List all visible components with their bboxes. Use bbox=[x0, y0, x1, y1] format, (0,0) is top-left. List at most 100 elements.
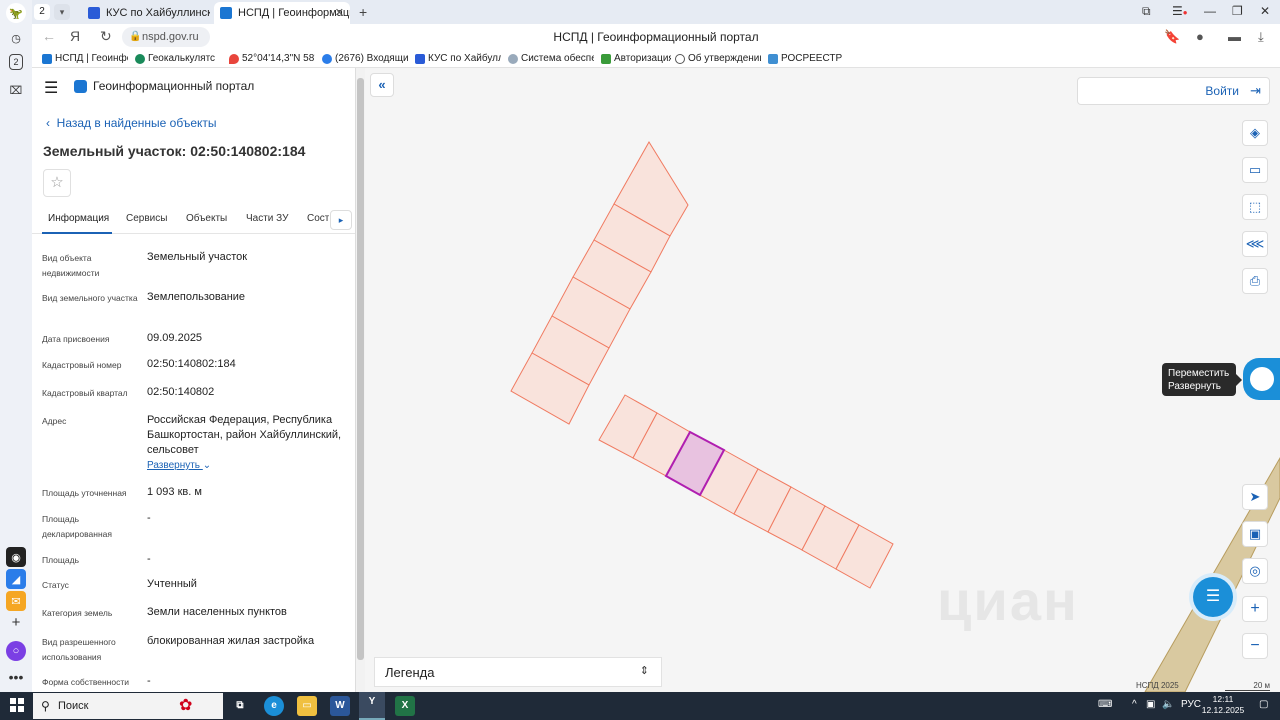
select-area-icon[interactable]: ⬚ bbox=[1242, 194, 1268, 220]
yandex-logo-icon[interactable]: 🦖 bbox=[6, 3, 26, 23]
tab-list-chevron-icon[interactable]: ▾ bbox=[54, 4, 70, 20]
mail-icon bbox=[322, 54, 332, 64]
notifications-icon[interactable]: ☰● bbox=[1172, 4, 1188, 18]
edge-icon[interactable]: e bbox=[264, 696, 284, 716]
bookmark-icon[interactable]: 🔖 bbox=[1164, 29, 1180, 45]
windows-start-icon[interactable] bbox=[10, 698, 24, 712]
bookmark-kus[interactable]: КУС по Хайбулли bbox=[415, 52, 501, 66]
tab-composition[interactable]: Состав bbox=[307, 213, 329, 224]
map-view[interactable]: циан « Войти ⇥ ◈ ▭ ⬚ ⋘ ⎙ Переместить Раз… bbox=[365, 68, 1280, 692]
parcel-strip-lower bbox=[598, 394, 894, 589]
chat-icon[interactable]: ☰ bbox=[1193, 577, 1233, 617]
tab-information[interactable]: Информация bbox=[48, 213, 109, 224]
close-window-icon[interactable]: ✕ bbox=[1260, 4, 1270, 18]
app-icon-1[interactable]: ◉ bbox=[6, 547, 26, 567]
close-tab-icon[interactable]: ✕ bbox=[335, 2, 344, 24]
value-area-refined: 1 093 кв. м bbox=[147, 486, 202, 498]
collections-icon[interactable]: ⧉ bbox=[1142, 4, 1151, 19]
alice-icon[interactable]: ○ bbox=[6, 641, 26, 661]
bookmark-coords[interactable]: 52°04'14,3"N 58°2 bbox=[229, 52, 315, 66]
zoom-in-icon[interactable]: + bbox=[1242, 596, 1268, 622]
bookmark-geocalc[interactable]: Геокалькулятс bbox=[135, 52, 221, 66]
document-icon bbox=[675, 54, 685, 64]
hamburger-menu-icon[interactable]: ☰ bbox=[44, 78, 58, 98]
expand-side-panel-tab[interactable] bbox=[1243, 358, 1280, 400]
new-tab-icon[interactable]: + bbox=[359, 4, 367, 20]
app-icon-2[interactable]: ◢ bbox=[6, 569, 26, 589]
keyboard-icon[interactable]: ⌨ bbox=[1098, 699, 1112, 710]
share-icon[interactable]: ⋘ bbox=[1242, 231, 1268, 257]
history-icon[interactable]: ◷ bbox=[6, 28, 26, 48]
screenshot-icon[interactable]: ⌧ bbox=[6, 80, 26, 100]
back-icon[interactable]: ← bbox=[42, 28, 56, 44]
download-arrow-icon[interactable]: ⤓ bbox=[1258, 29, 1264, 45]
print-icon[interactable]: ⎙ bbox=[1242, 268, 1268, 294]
legend-bar[interactable]: Легенда ⇕ bbox=[374, 657, 662, 687]
tab-count-badge[interactable]: 2 bbox=[34, 4, 50, 20]
language-indicator[interactable]: РУС bbox=[1181, 699, 1201, 710]
volume-icon[interactable]: 🔈 bbox=[1162, 699, 1174, 710]
explorer-icon[interactable]: ▭ bbox=[297, 696, 317, 716]
panel-scrollbar[interactable] bbox=[356, 68, 365, 692]
back-to-results-link[interactable]: ‹ Назад в найденные объекты bbox=[46, 116, 217, 130]
page-title-center: НСПД | Геоинформационный портал bbox=[553, 30, 759, 44]
zoom-out-icon[interactable]: − bbox=[1242, 633, 1268, 659]
tab-nspd[interactable]: НСПД | Геоинформацио ✕ bbox=[214, 2, 350, 24]
bookmark-label: 52°04'14,3"N 58°2 bbox=[242, 53, 315, 64]
move-expand-tooltip: Переместить Развернуть bbox=[1162, 363, 1242, 396]
layers-icon[interactable]: ◈ bbox=[1242, 120, 1268, 146]
parcel-map-svg[interactable] bbox=[365, 68, 1280, 692]
address-bar: ← Я ↻ 🔒 nspd.gov.ru НСПД | Геоинформацио… bbox=[32, 24, 1280, 50]
legend-toggle-icon[interactable]: ⇕ bbox=[640, 664, 649, 677]
minimap-icon[interactable]: ▣ bbox=[1242, 521, 1268, 547]
restore-icon[interactable]: ❐ bbox=[1232, 4, 1243, 18]
tray-expand-icon[interactable]: ^ bbox=[1132, 699, 1137, 710]
locate-me-icon[interactable]: ➤ bbox=[1242, 484, 1268, 510]
label-assign-date: Дата присвоения bbox=[42, 334, 110, 344]
reload-icon[interactable]: ↻ bbox=[100, 28, 112, 45]
download-icon[interactable]: ▬ bbox=[1228, 29, 1241, 44]
label-status: Статус bbox=[42, 580, 69, 590]
collapse-panel-icon[interactable]: « bbox=[370, 73, 394, 97]
bookmark-label: Об утверждении bbox=[688, 53, 761, 64]
minimize-icon[interactable]: — bbox=[1204, 4, 1216, 18]
bookmark-nspd[interactable]: НСПД | Геоинфор bbox=[42, 52, 128, 66]
ruler-icon[interactable]: ▭ bbox=[1242, 157, 1268, 183]
portal-name[interactable]: Геоинформационный портал bbox=[93, 79, 254, 93]
notification-center-icon[interactable]: ▢ bbox=[1259, 699, 1268, 710]
bookmark-inbox[interactable]: (2676) Входящие bbox=[322, 52, 408, 66]
label-area: Площадь bbox=[42, 555, 80, 565]
tab-objects[interactable]: Объекты bbox=[186, 213, 227, 224]
bookmark-auth[interactable]: Авторизация bbox=[601, 52, 671, 66]
more-icon[interactable]: ••• bbox=[6, 667, 26, 687]
word-icon[interactable]: W bbox=[330, 696, 350, 716]
clock[interactable]: 12:11 12.12.2025 bbox=[1200, 694, 1246, 716]
tab-parts[interactable]: Части ЗУ bbox=[246, 213, 288, 224]
yandex-icon[interactable]: Я bbox=[70, 28, 80, 44]
task-view-icon[interactable]: ⧉ bbox=[230, 696, 250, 716]
expand-address-link[interactable]: Развернуть ⌄ bbox=[147, 460, 211, 471]
bookmark-approval[interactable]: Об утверждении bbox=[675, 52, 761, 66]
favorite-star-icon[interactable]: ☆ bbox=[43, 169, 71, 197]
tab-kus[interactable]: КУС по Хайбуллинскому р bbox=[82, 2, 210, 24]
network-icon[interactable]: ▣ bbox=[1146, 699, 1155, 710]
login-button[interactable]: Войти ⇥ bbox=[1077, 77, 1270, 105]
tab-services[interactable]: Сервисы bbox=[126, 213, 167, 224]
add-app-icon[interactable]: + bbox=[6, 612, 26, 632]
geo-search-icon[interactable]: ◎ bbox=[1242, 558, 1268, 584]
yandex-taskbar-icon[interactable]: Y bbox=[359, 692, 385, 720]
expand-label: Развернуть bbox=[147, 460, 201, 471]
tooltip-expand: Развернуть bbox=[1168, 381, 1222, 392]
label-area-declared: Площадь декларированная bbox=[42, 514, 112, 539]
tab-groups-icon[interactable]: 2 bbox=[9, 54, 23, 70]
excel-icon[interactable]: X bbox=[395, 696, 415, 716]
taskbar-search[interactable]: ⚲ Поиск ✿ bbox=[33, 693, 223, 719]
tabs-scroll-right-icon[interactable]: ▸ bbox=[330, 210, 352, 230]
bookmark-system[interactable]: Система обеспеч bbox=[508, 52, 594, 66]
bookmark-rosreestr[interactable]: РОСРЕЕСТР bbox=[768, 52, 848, 66]
mail-app-icon[interactable]: ✉ bbox=[6, 591, 26, 611]
scrollbar-thumb[interactable] bbox=[357, 78, 364, 660]
extension-icon[interactable]: ● bbox=[1196, 29, 1204, 44]
url-field[interactable]: 🔒 nspd.gov.ru bbox=[122, 27, 210, 47]
label-area-refined: Площадь уточненная bbox=[42, 488, 127, 498]
